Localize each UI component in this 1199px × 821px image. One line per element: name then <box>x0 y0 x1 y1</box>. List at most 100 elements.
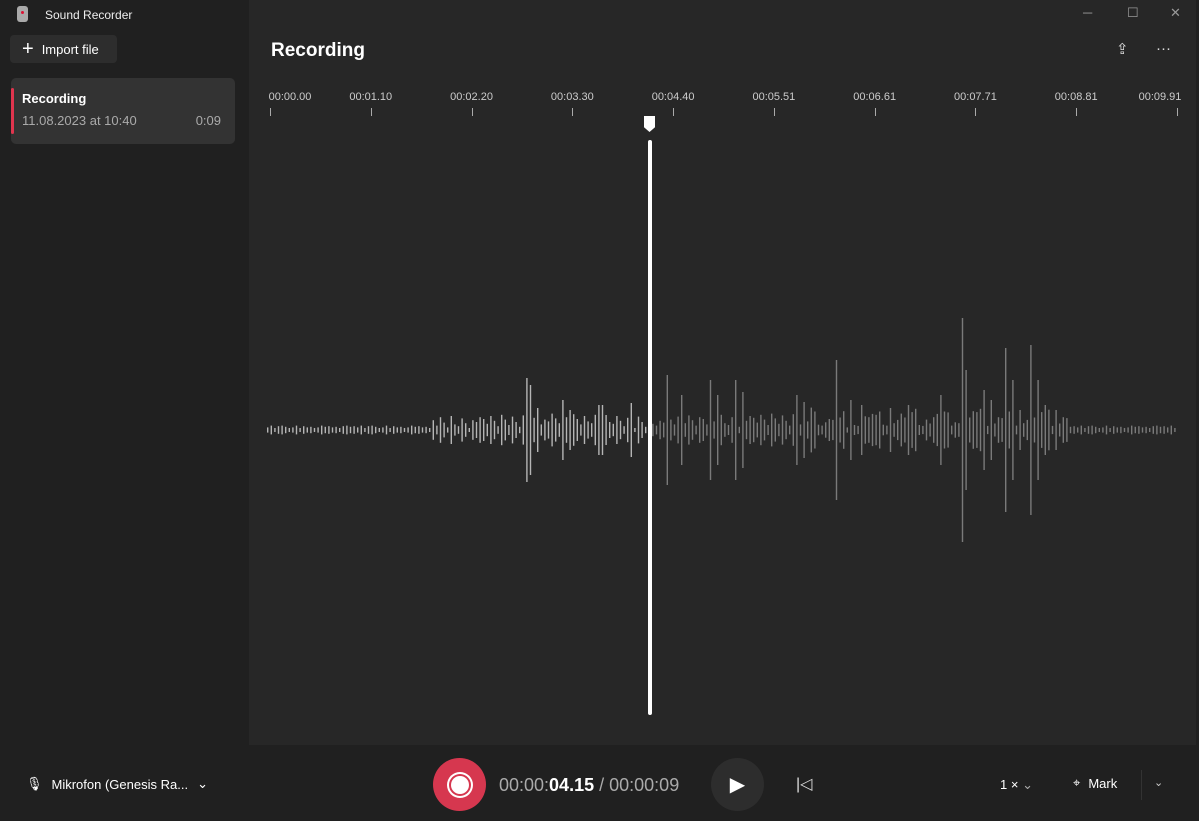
waveform-bar <box>695 425 697 435</box>
waveform-bar <box>508 425 510 435</box>
waveform-bar <box>1059 423 1061 437</box>
waveform-bar <box>943 411 946 449</box>
timeline-tick <box>874 108 876 116</box>
play-button[interactable]: ▶ <box>711 758 764 811</box>
timeline-tick <box>572 108 574 116</box>
waveform[interactable] <box>249 0 1196 745</box>
waveform-bar <box>684 423 686 437</box>
waveform-bar <box>897 419 899 441</box>
waveform-bar <box>778 423 780 437</box>
waveform-bar <box>713 421 715 439</box>
waveform-bar <box>609 422 611 438</box>
more-options-icon[interactable]: ··· <box>1156 40 1171 57</box>
waveform-bar <box>839 417 841 443</box>
waveform-bar <box>295 425 298 435</box>
waveform-bar <box>472 420 474 440</box>
waveform-bar <box>1023 423 1025 437</box>
waveform-bar <box>587 421 589 439</box>
waveform-bar <box>720 414 722 446</box>
time-total: 00:00:09 <box>609 775 680 795</box>
waveform-bar <box>357 427 359 433</box>
waveform-bar <box>439 417 442 443</box>
import-file-button[interactable]: + Import file <box>10 35 117 63</box>
waveform-bar <box>969 417 971 443</box>
waveform-bar <box>364 428 366 432</box>
waveform-bar <box>461 418 463 442</box>
waveform-bar <box>763 419 766 441</box>
waveform-bar <box>673 424 676 436</box>
waveform-bar <box>630 403 632 457</box>
waveform-bar <box>303 426 305 434</box>
waveform-bar <box>821 425 823 435</box>
waveform-bar <box>1073 426 1075 434</box>
timeline-tick <box>1177 108 1178 116</box>
waveform-bar <box>598 405 600 455</box>
timeline-label: 00:03.30 <box>550 91 594 103</box>
waveform-bar <box>371 425 373 435</box>
waveform-bar <box>936 413 938 447</box>
waveform-bar <box>555 418 557 442</box>
waveform-bar <box>997 417 1000 443</box>
waveform-bar <box>619 420 622 440</box>
timeline-label: 00:04.40 <box>651 91 695 103</box>
waveform-bar <box>1156 425 1158 435</box>
waveform-bar <box>1105 425 1108 435</box>
waveform-bar <box>792 414 794 446</box>
waveform-bar <box>929 423 931 437</box>
skip-to-start-icon[interactable]: |◁ <box>796 774 812 794</box>
waveform-bar <box>702 419 704 441</box>
waveform-bar <box>918 425 920 435</box>
time-display: 00:00:04.15 / 00:00:09 <box>499 775 679 796</box>
play-icon: ▶ <box>729 774 746 796</box>
waveform-bar <box>868 417 870 443</box>
recording-list-item[interactable]: Recording 11.08.2023 at 10:40 0:09 <box>11 78 235 144</box>
waveform-bar <box>411 425 413 435</box>
waveform-bar <box>911 412 913 448</box>
maximize-button[interactable]: ☐ <box>1127 5 1139 21</box>
waveform-bar <box>313 428 316 432</box>
waveform-bar <box>281 425 283 435</box>
waveform-bar <box>835 360 838 500</box>
timeline-tick <box>773 108 775 116</box>
waveform-bar <box>1141 427 1144 433</box>
speed-value: 1 × <box>1000 777 1019 792</box>
waveform-bar <box>814 411 816 449</box>
minimize-button[interactable]: ─ <box>1083 5 1092 20</box>
waveform-bar <box>378 428 380 432</box>
waveform-bar <box>706 424 708 436</box>
close-button[interactable]: ✕ <box>1170 5 1181 21</box>
timeline-tick <box>975 108 977 116</box>
mark-button[interactable]: ⌖ Mark <box>1073 775 1117 791</box>
waveform-bar <box>1041 412 1043 448</box>
share-icon[interactable]: ⇪ <box>1116 40 1129 58</box>
waveform-bar <box>1134 426 1136 434</box>
microphone-selector[interactable]: 🎙︎ Mikrofon (Genesis Ra... ⌄ <box>26 776 208 792</box>
waveform-bar <box>389 428 391 432</box>
waveform-bar <box>612 423 614 437</box>
waveform-bar <box>519 426 521 434</box>
waveform-bar <box>745 420 748 440</box>
playhead[interactable] <box>648 140 652 715</box>
waveform-bar <box>670 419 672 441</box>
waveform-bar <box>533 417 535 443</box>
waveform-bar <box>1051 425 1054 435</box>
waveform-bar <box>900 413 902 447</box>
waveform-bar <box>1037 380 1039 480</box>
waveform-bar <box>1098 428 1100 432</box>
waveform-bar <box>1087 426 1090 434</box>
waveform-bar <box>940 395 942 465</box>
waveform-bar <box>947 412 949 448</box>
waveform-bar <box>580 424 582 436</box>
mark-options-chevron-icon[interactable]: ⌄ <box>1154 776 1163 789</box>
waveform-bar <box>1019 410 1021 450</box>
waveform-bar <box>465 423 467 437</box>
waveform-bar <box>889 408 892 452</box>
import-label: Import file <box>41 41 99 57</box>
playback-speed-selector[interactable]: 1 × ⌄ <box>1000 777 1033 793</box>
record-button[interactable] <box>433 758 486 811</box>
waveform-bar <box>817 424 820 436</box>
waveform-bar <box>1170 425 1172 435</box>
waveform-bar <box>1116 427 1118 433</box>
waveform-bar <box>925 419 928 441</box>
waveform-bar <box>342 426 344 434</box>
